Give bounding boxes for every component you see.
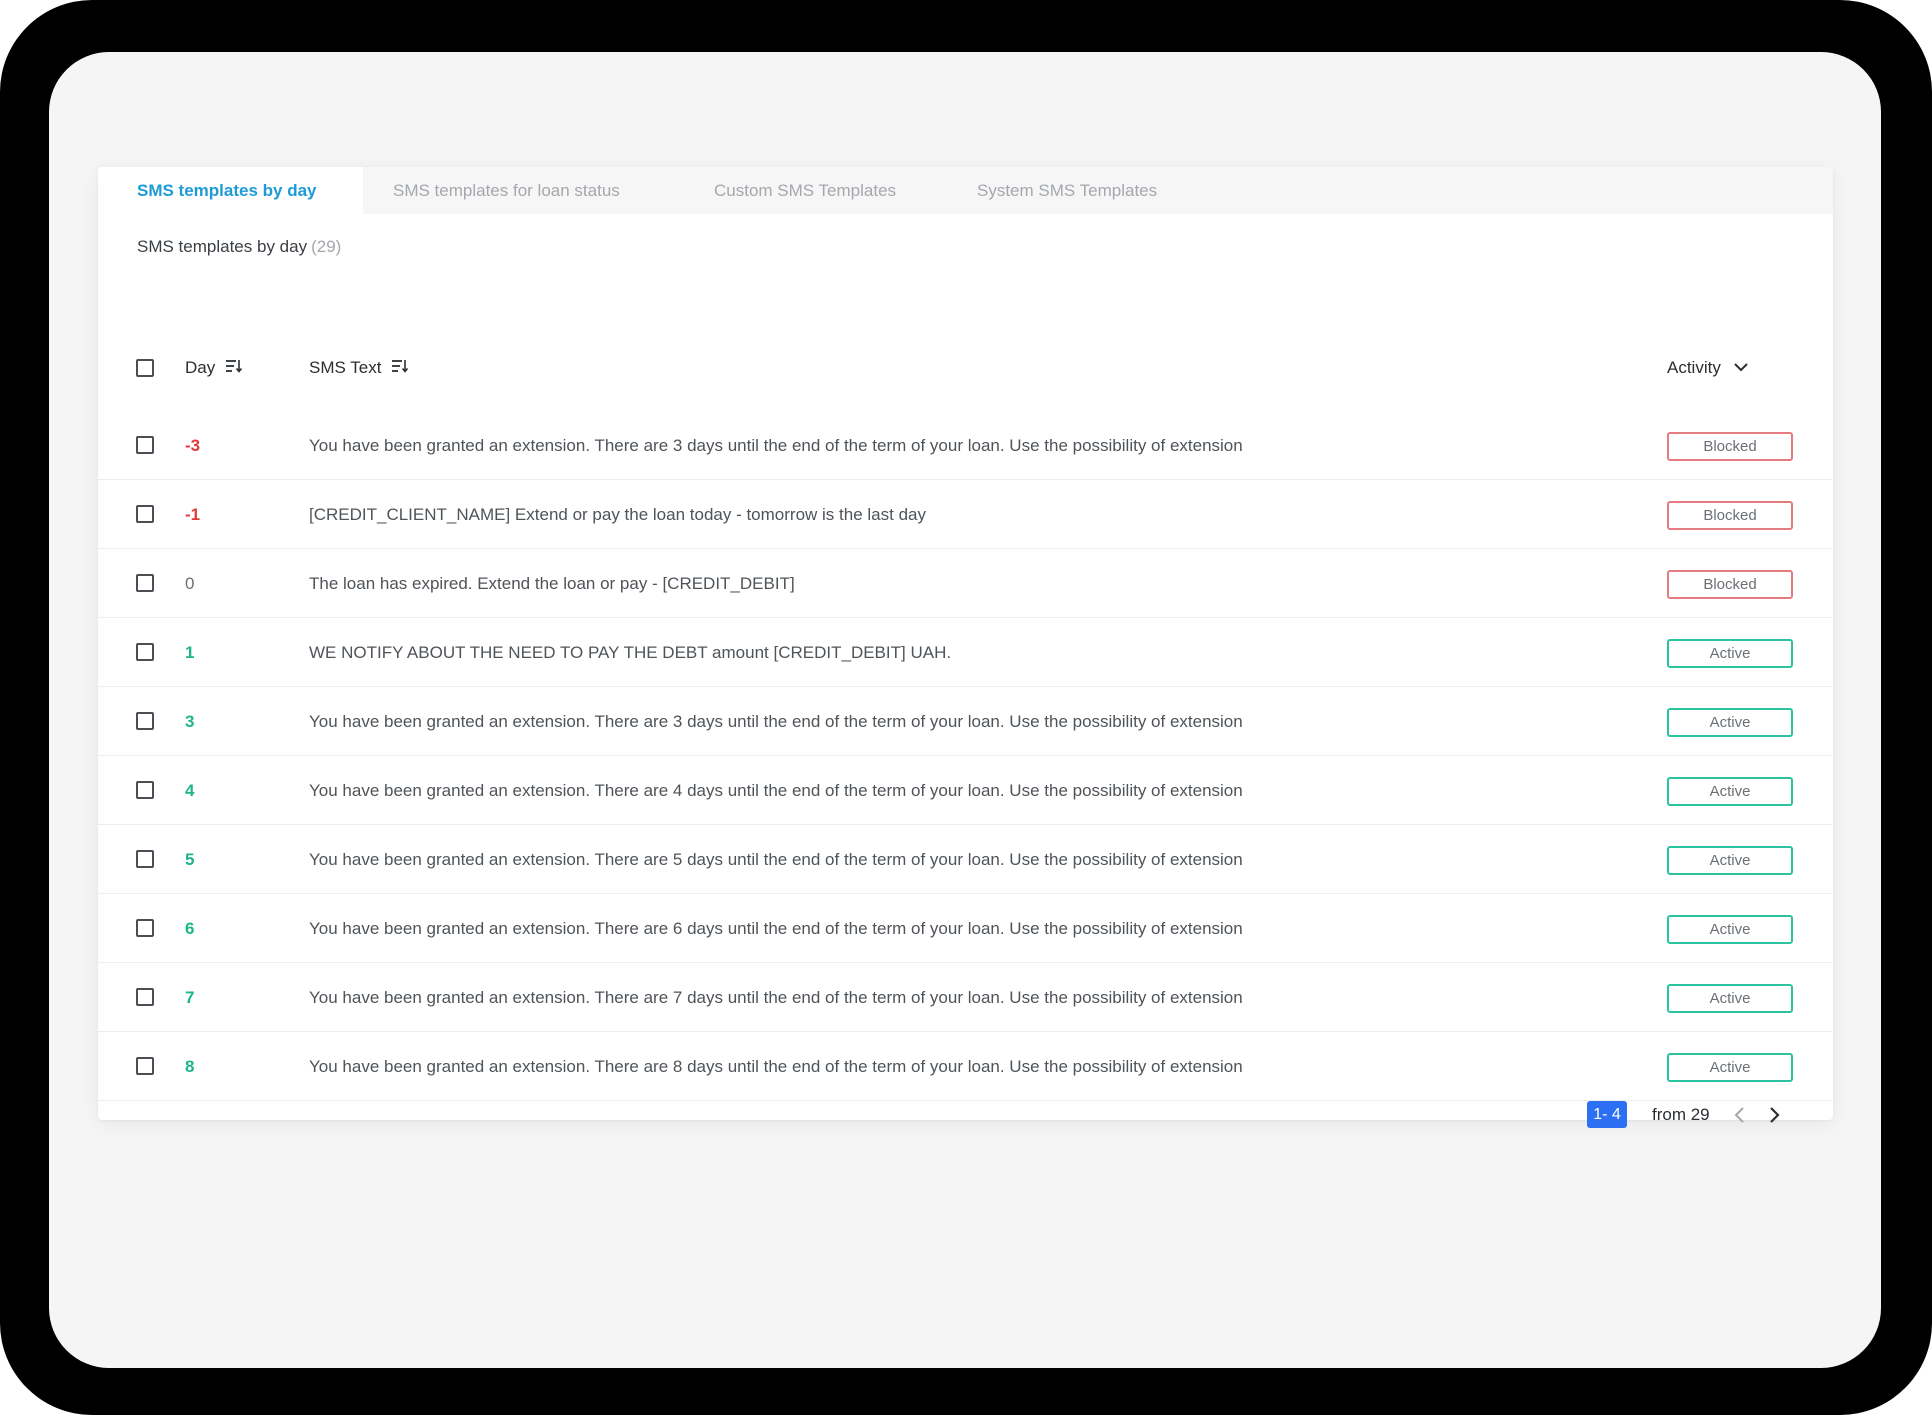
tab-custom-sms-templates[interactable]: Custom SMS Templates [678,167,942,214]
row-day: 1 [185,642,195,662]
section-title: SMS templates by day (29) [137,237,341,257]
row-day: 6 [185,918,195,938]
status-badge[interactable]: Active [1667,915,1793,944]
tab-label: System SMS Templates [977,180,1158,200]
row-checkbox[interactable] [136,436,154,454]
row-day: 8 [185,1056,195,1076]
section-count: (29) [311,237,342,256]
table-row[interactable]: 6 You have been granted an extension. Th… [98,894,1833,963]
row-checkbox[interactable] [136,919,154,937]
row-sms-text: The loan has expired. Extend the loan or… [309,573,795,593]
sms-templates-panel: SMS templates by day SMS templates for l… [98,167,1833,1120]
row-checkbox[interactable] [136,781,154,799]
column-header-day[interactable]: Day [185,353,243,383]
row-day: 7 [185,987,195,1007]
table-row[interactable]: 3 You have been granted an extension. Th… [98,687,1833,756]
tab-system-sms-templates[interactable]: System SMS Templates [942,167,1205,214]
status-badge[interactable]: Active [1667,777,1793,806]
column-header-activity[interactable]: Activity [1667,353,1749,383]
row-day: 5 [185,849,195,869]
row-sms-text: [CREDIT_CLIENT_NAME] Extend or pay the l… [309,504,926,524]
row-sms-text: WE NOTIFY ABOUT THE NEED TO PAY THE DEBT… [309,642,952,662]
row-day: 0 [185,573,195,593]
tab-sms-templates-for-loan-status[interactable]: SMS templates for loan status [363,167,678,214]
page-range-badge[interactable]: 1- 4 [1587,1101,1627,1128]
table-row[interactable]: 7 You have been granted an extension. Th… [98,963,1833,1032]
row-checkbox[interactable] [136,574,154,592]
row-sms-text: You have been granted an extension. Ther… [309,849,1243,869]
row-day: -3 [185,435,201,455]
row-checkbox[interactable] [136,988,154,1006]
row-checkbox[interactable] [136,850,154,868]
table-row[interactable]: -1 [CREDIT_CLIENT_NAME] Extend or pay th… [98,480,1833,549]
row-day: -1 [185,504,201,524]
column-header-sms-text[interactable]: SMS Text [309,353,409,383]
table-row[interactable]: 4 You have been granted an extension. Th… [98,756,1833,825]
tab-label: SMS templates by day [137,180,317,200]
row-checkbox[interactable] [136,505,154,523]
chevron-left-icon[interactable] [1730,1105,1750,1125]
sort-icon[interactable] [225,358,243,379]
chevron-down-icon[interactable] [1733,358,1749,378]
page-total-label: from 29 [1652,1104,1710,1124]
row-sms-text: You have been granted an extension. Ther… [309,987,1243,1007]
row-checkbox[interactable] [136,643,154,661]
row-sms-text: You have been granted an extension. Ther… [309,1056,1243,1076]
status-badge[interactable]: Active [1667,708,1793,737]
tab-sms-templates-by-day[interactable]: SMS templates by day [98,167,363,214]
table-row[interactable]: 5 You have been granted an extension. Th… [98,825,1833,894]
status-badge[interactable]: Active [1667,984,1793,1013]
sort-icon[interactable] [391,358,409,379]
row-sms-text: You have been granted an extension. Ther… [309,780,1243,800]
status-badge[interactable]: Active [1667,1053,1793,1082]
select-all-checkbox[interactable] [136,359,154,377]
column-header-sms-text-label: SMS Text [309,358,382,377]
column-header-day-label: Day [185,358,216,377]
tab-label: Custom SMS Templates [714,180,897,200]
status-badge[interactable]: Blocked [1667,570,1793,599]
section-title-text: SMS templates by day [137,237,308,256]
row-sms-text: You have been granted an extension. Ther… [309,918,1243,938]
row-sms-text: You have been granted an extension. Ther… [309,435,1243,455]
tab-label: SMS templates for loan status [393,180,620,200]
row-day: 4 [185,780,195,800]
column-header-activity-label: Activity [1667,358,1721,377]
row-checkbox[interactable] [136,712,154,730]
table-header: Day SMS Text Activity [98,353,1833,383]
status-badge[interactable]: Blocked [1667,432,1793,461]
table-row[interactable]: -3 You have been granted an extension. T… [98,411,1833,480]
row-divider [98,1100,1833,1101]
row-checkbox[interactable] [136,1057,154,1075]
device-screen: SMS templates by day SMS templates for l… [49,52,1881,1368]
row-sms-text: You have been granted an extension. Ther… [309,711,1243,731]
table-row[interactable]: 0 The loan has expired. Extend the loan … [98,549,1833,618]
device-frame: SMS templates by day SMS templates for l… [0,0,1932,1415]
table-row[interactable]: 8 You have been granted an extension. Th… [98,1032,1833,1101]
chevron-right-icon[interactable] [1764,1105,1784,1125]
status-badge[interactable]: Active [1667,846,1793,875]
row-day: 3 [185,711,195,731]
tab-bar: SMS templates by day SMS templates for l… [98,167,1205,214]
status-badge[interactable]: Blocked [1667,501,1793,530]
table-row[interactable]: 1 WE NOTIFY ABOUT THE NEED TO PAY THE DE… [98,618,1833,687]
status-badge[interactable]: Active [1667,639,1793,668]
tab-bar-filler [1205,167,1833,214]
